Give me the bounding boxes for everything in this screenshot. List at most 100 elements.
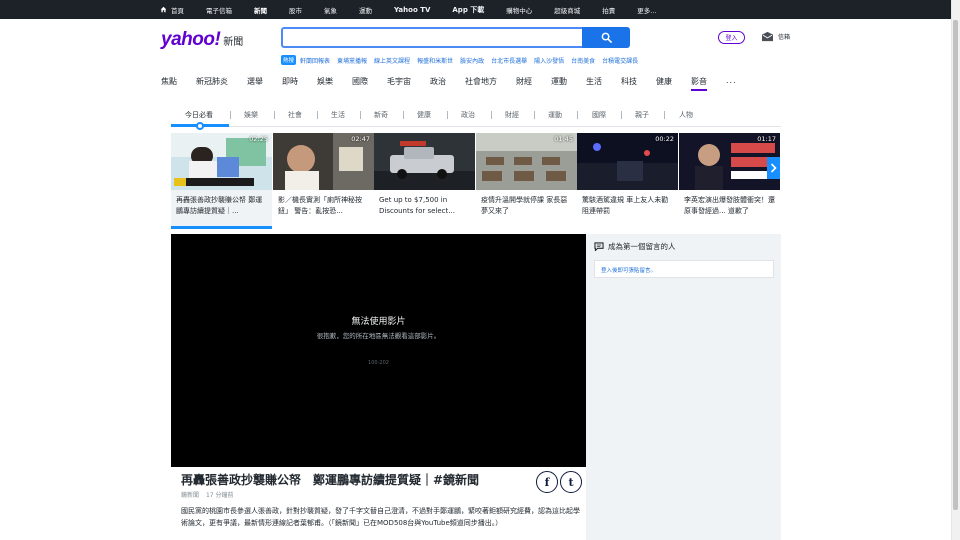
trending-link[interactable]: 台積電交課長 bbox=[602, 56, 638, 65]
chevron-right-icon bbox=[770, 163, 777, 173]
topbar-home-label: 首頁 bbox=[171, 6, 184, 15]
trending-link[interactable]: 臉安內政 bbox=[460, 56, 484, 65]
nav-item-international[interactable]: 國際 bbox=[352, 76, 368, 90]
video-duration: 00:22 bbox=[655, 135, 674, 143]
nav-item-politics[interactable]: 政治 bbox=[430, 76, 446, 90]
video-card-ad[interactable]: Get up to $7,500 in Discounts for select… bbox=[374, 133, 475, 229]
video-region-restriction-text: 很抱歉，您的所在地區無法觀看這部影片。 bbox=[316, 332, 441, 340]
trending-searches: 熱搜 軒蘭回報表 東埔黨播報 線上英文課程 報盛和米斯世 臉安內政 台北市長選舉… bbox=[281, 55, 645, 65]
video-duration: 02:47 bbox=[351, 135, 370, 143]
playlist-next-button[interactable] bbox=[767, 157, 780, 179]
mail-label: 信箱 bbox=[778, 34, 791, 41]
subtab-sports[interactable]: 運動 bbox=[548, 110, 562, 120]
main-category-nav: 焦點 新冠肺炎 選舉 即時 娛樂 國際 毛宇宙 政治 社會地方 財經 運動 生活… bbox=[161, 76, 756, 91]
top-navigation-bar: 首頁 電子信箱 新聞 股市 氣象 運動 Yahoo TV App 下載 購物中心… bbox=[0, 0, 951, 19]
subtab-international[interactable]: 國際 bbox=[592, 110, 606, 120]
trending-link[interactable]: 台南美食 bbox=[571, 56, 595, 65]
subtab-divider bbox=[447, 111, 448, 119]
video-player[interactable]: 無法使用影片 很抱歉，您的所在地區無法觀看這部影片。 100-202 bbox=[171, 234, 586, 467]
nav-item-tech[interactable]: 科技 bbox=[621, 76, 637, 90]
mail-link[interactable]: 信箱 bbox=[761, 31, 790, 42]
topbar-more-link[interactable]: 更多... bbox=[637, 5, 656, 15]
video-title: Get up to $7,500 in Discounts for select… bbox=[379, 196, 455, 215]
subtab-divider bbox=[360, 111, 361, 119]
topbar-yahoo-tv-link[interactable]: Yahoo TV bbox=[394, 6, 430, 14]
video-subcategory-tabs: 今日必看 娛樂 社會 生活 新奇 健康 政治 財經 運動 國際 親子 人物 bbox=[171, 109, 781, 127]
nav-item-life[interactable]: 生活 bbox=[586, 76, 602, 90]
subtab-divider bbox=[621, 111, 622, 119]
nav-item-sports[interactable]: 運動 bbox=[551, 76, 567, 90]
trending-link[interactable]: 線上英文課程 bbox=[374, 56, 410, 65]
login-button[interactable]: 登入 bbox=[718, 31, 745, 44]
topbar-sports-link[interactable]: 運動 bbox=[359, 5, 372, 15]
subtab-divider bbox=[577, 111, 578, 119]
subtab-entertainment[interactable]: 娛樂 bbox=[244, 110, 258, 120]
topbar-mall-link[interactable]: 超級商城 bbox=[554, 5, 580, 15]
search-input[interactable] bbox=[281, 27, 582, 48]
nav-item-finance[interactable]: 財經 bbox=[516, 76, 532, 90]
video-card[interactable]: 00:22 驚駭酒駕違規 車上友人未勸阻連帶罰 bbox=[577, 133, 678, 229]
trending-link[interactable]: 東埔黨播報 bbox=[337, 56, 367, 65]
logo-section-label: 新聞 bbox=[223, 37, 244, 48]
facebook-share-button[interactable]: f bbox=[536, 471, 558, 493]
topbar-shopping-link[interactable]: 購物中心 bbox=[506, 5, 532, 15]
truck-ad-image bbox=[374, 133, 475, 190]
nav-item-covid[interactable]: 新冠肺炎 bbox=[196, 76, 228, 90]
nav-item-video[interactable]: 影音 bbox=[691, 76, 707, 91]
video-playlist-strip: 02:25 再轟張善政抄襲賺公帑 鄭運鵬專訪續提質疑｜... 02:47 影／機… bbox=[171, 133, 781, 229]
comment-input-box[interactable]: 登入後即可張貼留言。 bbox=[594, 260, 774, 278]
topbar-stocks-link[interactable]: 股市 bbox=[289, 5, 302, 15]
video-card[interactable]: 02:25 再轟張善政抄襲賺公帑 鄭運鵬專訪續提質疑｜... bbox=[171, 133, 272, 229]
subtab-politics[interactable]: 政治 bbox=[461, 110, 475, 120]
nav-item-election[interactable]: 選舉 bbox=[247, 76, 263, 90]
nav-item-health[interactable]: 健康 bbox=[656, 76, 672, 90]
topbar-auction-link[interactable]: 拍賣 bbox=[602, 5, 615, 15]
article-description: 國民黨的桃園市長參選人張善政，針對抄襲質疑，發了千字文替自己澄清，不過對手鄭運鵬… bbox=[181, 507, 580, 527]
nav-item-latest[interactable]: 即時 bbox=[282, 76, 298, 90]
topbar-home-link[interactable]: 首頁 bbox=[160, 5, 184, 15]
video-title: 驚駭酒駕違規 車上友人未勸阻連帶罰 bbox=[582, 196, 669, 215]
topbar-news-link[interactable]: 新聞 bbox=[254, 5, 267, 15]
video-card[interactable]: 01:17 李英宏演出爆發肢體衝突！還原事發經過... 道歉了 bbox=[679, 133, 780, 229]
trending-link[interactable]: 台北市長選舉 bbox=[491, 56, 527, 65]
video-thumbnail: 01:17 bbox=[679, 133, 780, 190]
yahoo-news-logo[interactable]: yahoo! 新聞 bbox=[161, 29, 244, 50]
subtab-parenting[interactable]: 親子 bbox=[635, 110, 649, 120]
comment-icon bbox=[594, 242, 604, 251]
video-card[interactable]: 02:47 影／機長實測「廁所神秘按鈕」 警告：亂按恐... bbox=[273, 133, 374, 229]
trending-link[interactable]: 軒蘭回報表 bbox=[300, 56, 330, 65]
topbar-app-download-link[interactable]: App 下載 bbox=[452, 5, 484, 15]
article-meta: 鏡新聞 17 分鐘前 bbox=[181, 490, 233, 499]
topbar-mail-link[interactable]: 電子信箱 bbox=[206, 5, 232, 15]
video-title: 李英宏演出爆發肢體衝突！還原事發經過... 道歉了 bbox=[684, 196, 775, 215]
video-unavailable-message: 無法使用影片 bbox=[351, 317, 406, 327]
topbar-weather-link[interactable]: 氣象 bbox=[324, 5, 337, 15]
nav-item-fur-universe[interactable]: 毛宇宙 bbox=[387, 76, 411, 90]
subtab-finance[interactable]: 財經 bbox=[505, 110, 519, 120]
subtab-novelty[interactable]: 新奇 bbox=[374, 110, 388, 120]
subtab-underline-track bbox=[171, 126, 781, 127]
top-navigation-links: 首頁 電子信箱 新聞 股市 氣象 運動 Yahoo TV App 下載 購物中心… bbox=[160, 0, 678, 19]
subtab-life[interactable]: 生活 bbox=[331, 110, 345, 120]
article-time: 17 分鐘前 bbox=[205, 492, 234, 499]
subtab-society[interactable]: 社會 bbox=[288, 110, 302, 120]
video-thumbnail bbox=[374, 133, 475, 190]
page-scrollbar-thumb[interactable] bbox=[953, 20, 958, 510]
subtab-people[interactable]: 人物 bbox=[679, 110, 693, 120]
nav-more-button[interactable]: ... bbox=[726, 76, 737, 90]
nav-item-local[interactable]: 社會地方 bbox=[465, 76, 497, 90]
subtab-today[interactable]: 今日必看 bbox=[185, 110, 213, 120]
nav-item-focus[interactable]: 焦點 bbox=[161, 76, 177, 90]
search-icon bbox=[601, 32, 612, 43]
subtab-divider bbox=[317, 111, 318, 119]
search-button[interactable] bbox=[582, 27, 630, 48]
nav-item-entertainment[interactable]: 娛樂 bbox=[317, 76, 333, 90]
tumblr-share-button[interactable]: t bbox=[560, 471, 582, 493]
trending-link[interactable]: 陽入沙發悟 bbox=[534, 56, 564, 65]
subtab-health[interactable]: 健康 bbox=[417, 110, 431, 120]
video-card[interactable]: 01:45 疫情升溫開學就停課 家長惡夢又來了 bbox=[476, 133, 577, 229]
comment-login-link[interactable]: 登入後即可張貼留言。 bbox=[601, 266, 656, 274]
trending-badge: 熱搜 bbox=[281, 55, 297, 65]
trending-link[interactable]: 報盛和米斯世 bbox=[417, 56, 453, 65]
video-duration: 01:17 bbox=[757, 135, 776, 143]
